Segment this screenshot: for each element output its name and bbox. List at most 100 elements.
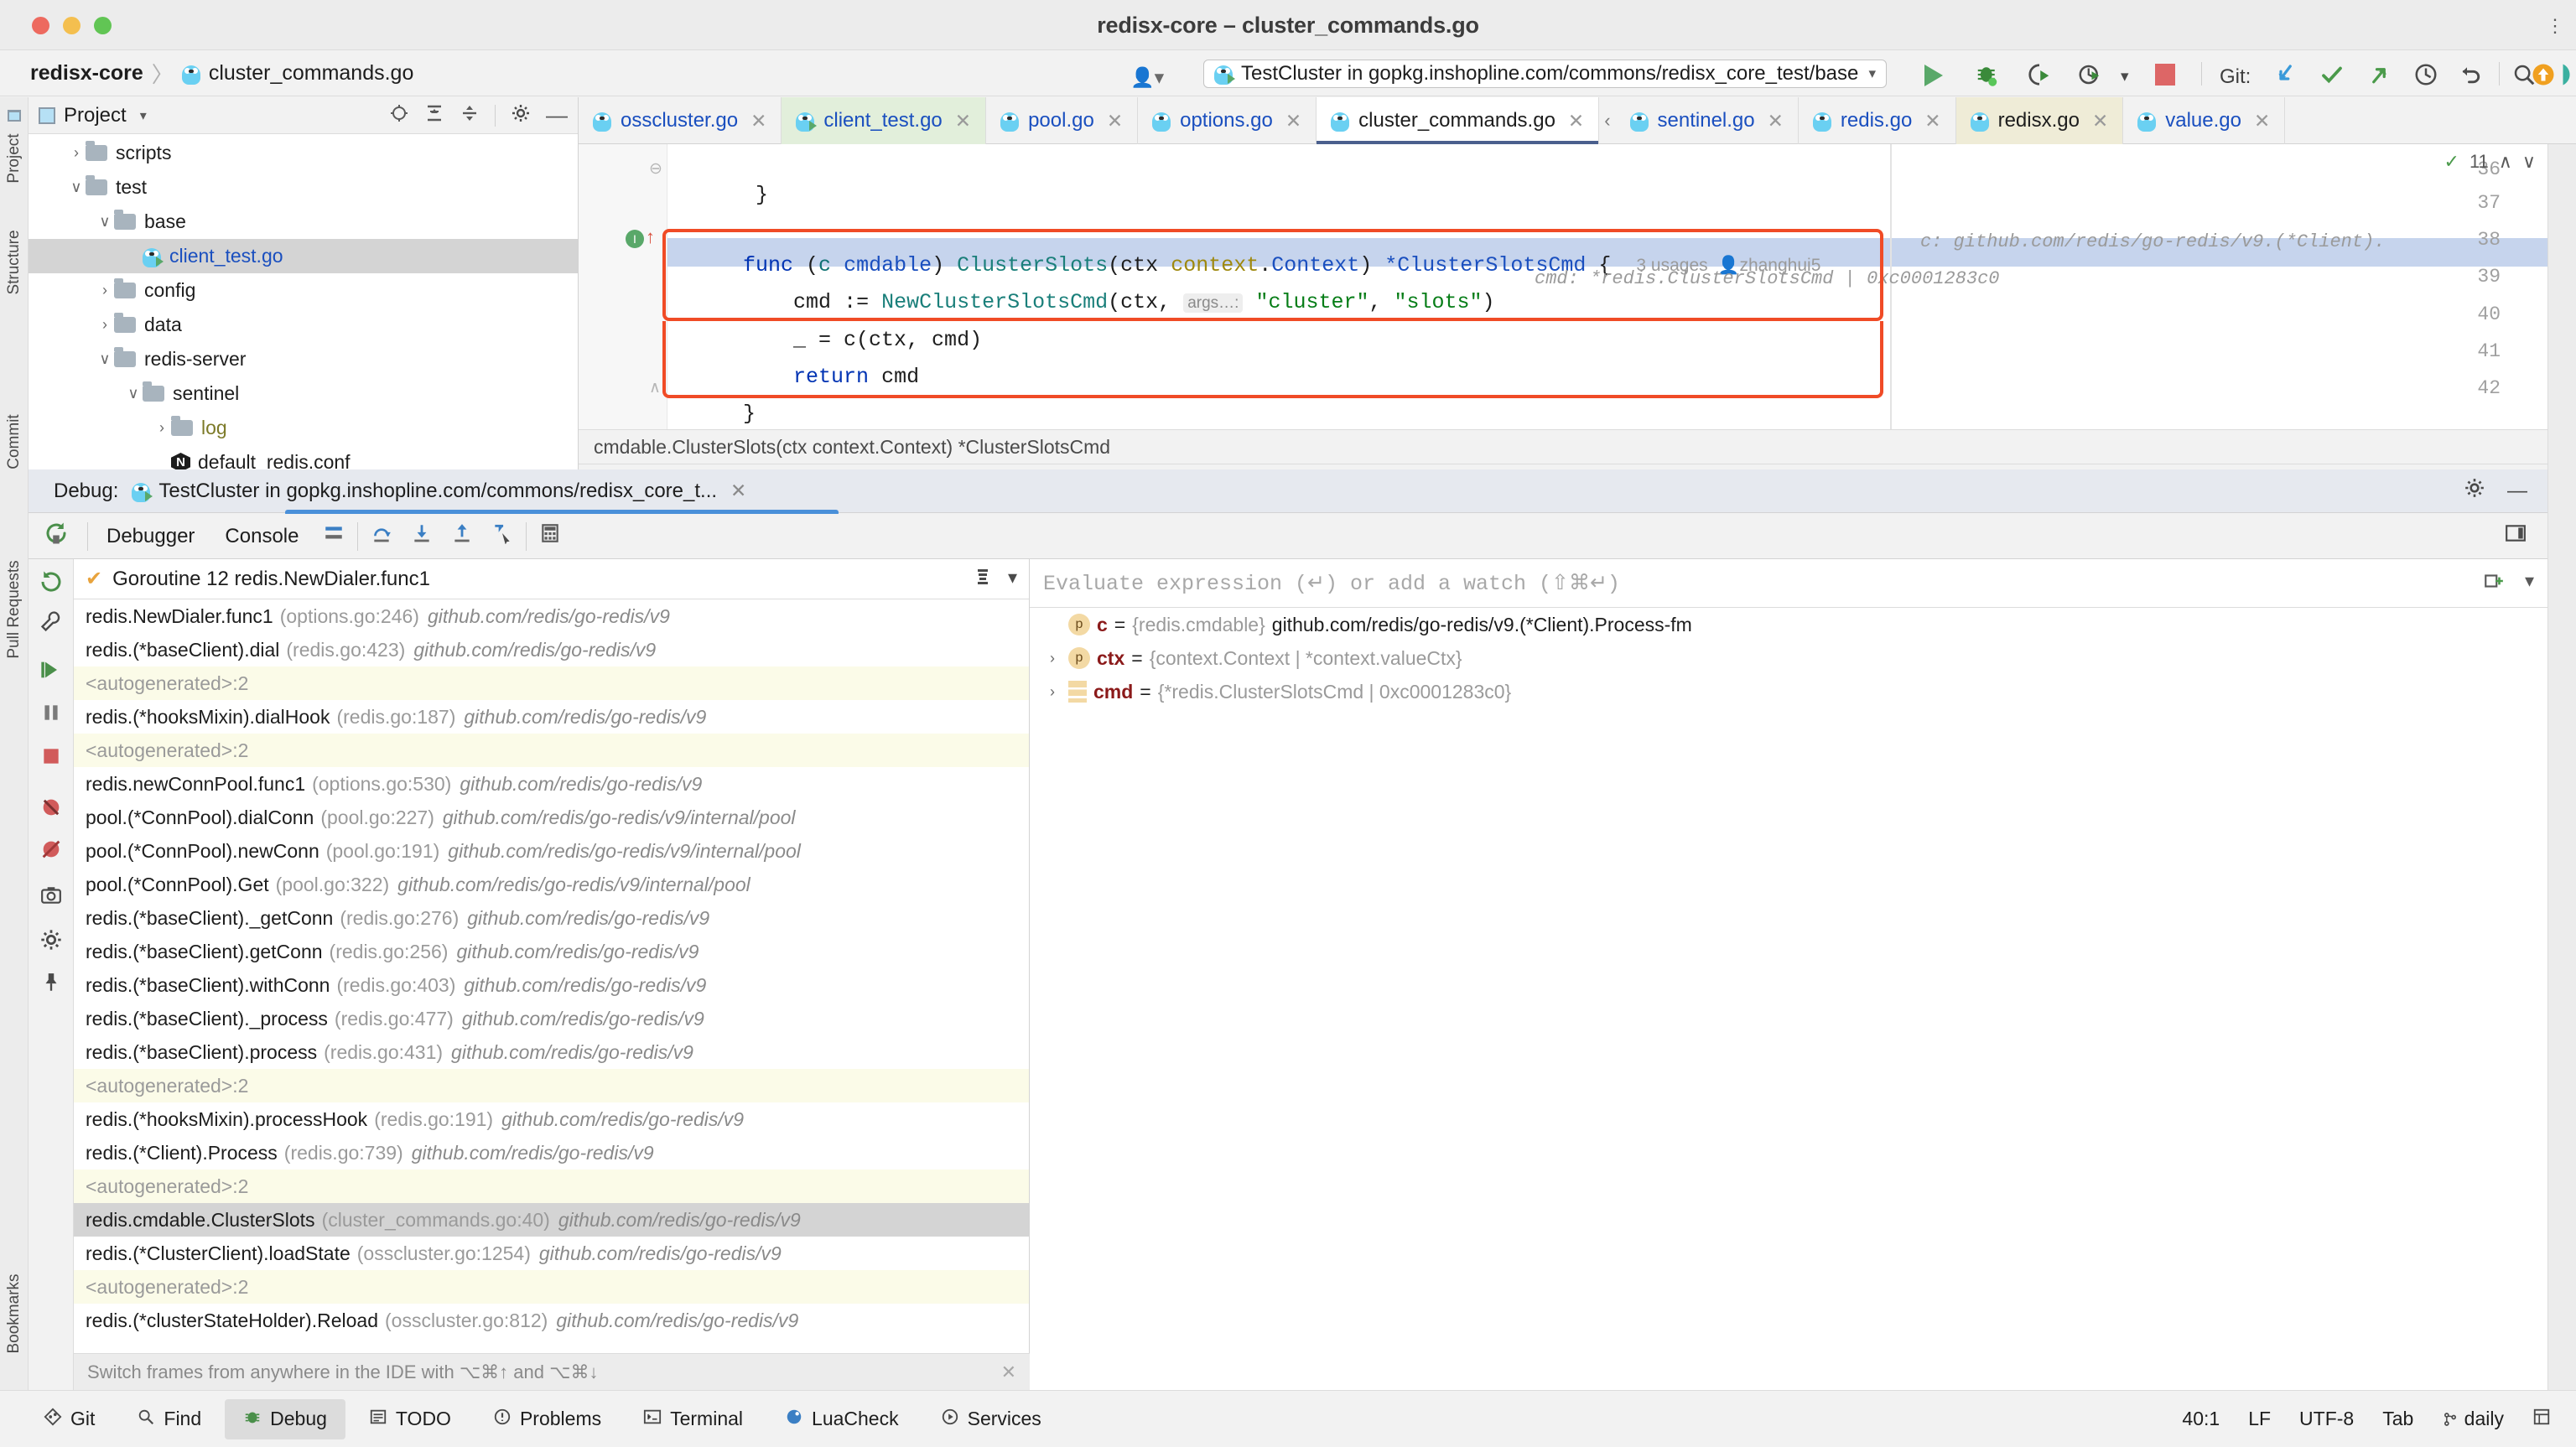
editor-tab-value-go[interactable]: value.go ✕: [2123, 97, 2286, 144]
frame-row[interactable]: redis.(*baseClient).getConn (redis.go:256…: [74, 935, 1029, 968]
inspector-icon[interactable]: [2532, 1408, 2551, 1431]
rail-label-structure[interactable]: Structure: [5, 217, 23, 308]
frame-row[interactable]: redis.(*hooksMixin).processHook (redis.go…: [74, 1102, 1029, 1136]
tree-node-base[interactable]: ∨ base: [29, 205, 578, 239]
close-tab-icon[interactable]: ✕: [750, 110, 766, 132]
project-rail-icon[interactable]: [6, 107, 23, 124]
status-bar-item-problems[interactable]: Problems: [475, 1399, 620, 1439]
close-tab-icon[interactable]: ✕: [2254, 110, 2270, 132]
rail-label-pull-requests[interactable]: Pull Requests: [5, 547, 23, 672]
rerun-icon[interactable]: [29, 520, 84, 552]
settings-wrench-icon[interactable]: [39, 609, 64, 635]
frame-row[interactable]: <autogenerated>:2: [74, 666, 1029, 700]
close-tab-icon[interactable]: ✕: [1285, 110, 1301, 132]
frame-row[interactable]: redis.(*baseClient)._getConn (redis.go:27…: [74, 901, 1029, 935]
frame-row[interactable]: redis.newConnPool.func1 (options.go:530) g…: [74, 767, 1029, 801]
frame-row[interactable]: redis.(*baseClient)._process (redis.go:47…: [74, 1002, 1029, 1035]
frame-row[interactable]: redis.cmdable.ClusterSlots (cluster_comma…: [74, 1203, 1029, 1237]
expand-variable-icon[interactable]: ›: [1043, 683, 1062, 701]
gear-icon[interactable]: [511, 103, 531, 128]
method-up-icon[interactable]: ↑: [646, 226, 655, 248]
close-tab-icon[interactable]: ✕: [955, 110, 971, 132]
editor-tab-pool-go[interactable]: pool.go ✕: [986, 97, 1139, 144]
hide-panel-icon[interactable]: —: [546, 102, 568, 128]
variable-row[interactable]: › pc = {redis.cmdable} github.com/redis/go-r…: [1030, 608, 2547, 641]
variable-row[interactable]: › p ctx = {context.Context | *context.valueC…: [1030, 641, 2547, 675]
editor-tab-cluster_commands-go[interactable]: cluster_commands.go ✕: [1317, 97, 1600, 144]
chevron-down-icon[interactable]: ∨: [96, 213, 114, 231]
project-panel-chevron-icon[interactable]: ▾: [140, 107, 147, 124]
tree-node-redis-server[interactable]: ∨ redis-server: [29, 342, 578, 376]
tab-debugger[interactable]: Debugger: [91, 525, 210, 548]
breakpoint-icon[interactable]: I: [626, 230, 644, 248]
run-with-coverage-button[interactable]: [2027, 62, 2052, 87]
tree-node-sentinel[interactable]: ∨ sentinel: [29, 376, 578, 411]
run-config-persona-icon[interactable]: 👤▾: [1130, 66, 1164, 89]
frame-row[interactable]: <autogenerated>:2: [74, 1069, 1029, 1102]
rerun-action-icon[interactable]: [39, 569, 64, 594]
settings-gear-icon[interactable]: [39, 928, 64, 953]
editor-tab-client_test-go[interactable]: client_test.go ✕: [782, 97, 987, 144]
breadcrumb-file[interactable]: cluster_commands.go: [209, 61, 414, 86]
evaluate-expression-icon[interactable]: [530, 522, 570, 550]
status-bar-item-todo[interactable]: TODO: [351, 1399, 470, 1439]
rail-label-commit[interactable]: Commit: [5, 403, 23, 480]
view-breakpoints-icon[interactable]: [39, 838, 64, 863]
close-tab-icon[interactable]: ✕: [1107, 110, 1123, 132]
profile-button[interactable]: [2077, 62, 2102, 87]
expand-variable-icon[interactable]: ›: [1043, 616, 1062, 634]
mute-breakpoints-icon[interactable]: [39, 796, 64, 821]
variables-chevron-icon[interactable]: ▾: [2525, 570, 2534, 597]
close-tab-icon[interactable]: ✕: [1924, 110, 1940, 132]
step-over-icon[interactable]: [361, 522, 402, 550]
frame-row[interactable]: redis.(*Client).Process (redis.go:739) git…: [74, 1136, 1029, 1170]
editor-tab-options-go[interactable]: options.go ✕: [1138, 97, 1317, 144]
add-watch-icon[interactable]: [2483, 570, 2505, 597]
chevron-right-icon[interactable]: ›: [153, 454, 171, 471]
tab-options-icon[interactable]: ⋮: [2546, 15, 2566, 37]
evaluate-expression-row[interactable]: Evaluate expression (↵) or add a watch (…: [1030, 559, 2547, 608]
frame-row[interactable]: redis.(*ClusterClient).loadState (ossclus…: [74, 1237, 1029, 1270]
tab-console[interactable]: Console: [210, 525, 314, 548]
expand-all-icon[interactable]: [424, 103, 444, 128]
frame-row[interactable]: redis.NewDialer.func1 (options.go:246) git…: [74, 599, 1029, 633]
rail-label-bookmarks[interactable]: Bookmarks: [5, 1259, 23, 1368]
editor-tab-osscluster-go[interactable]: osscluster.go ✕: [579, 97, 782, 144]
variable-row[interactable]: › cmd = {*redis.ClusterSlotsCmd | 0xc000128…: [1030, 675, 2547, 708]
ide-assistant-icon[interactable]: [2559, 62, 2576, 87]
run-button[interactable]: [1924, 65, 1950, 90]
profile-dropdown-chevron-icon[interactable]: ▾: [2121, 67, 2137, 92]
stop-button[interactable]: [2155, 64, 2180, 89]
rail-label-project[interactable]: Project: [5, 131, 23, 186]
chevron-down-icon[interactable]: ∨: [124, 385, 143, 402]
tree-node-test[interactable]: ∨ test: [29, 170, 578, 205]
chevron-right-icon[interactable]: ›: [96, 316, 114, 334]
chevron-right-icon[interactable]: ›: [124, 247, 143, 265]
chevron-right-icon[interactable]: ›: [96, 282, 114, 299]
frame-row[interactable]: redis.(*baseClient).dial (redis.go:423) gi…: [74, 633, 1029, 666]
pin-icon[interactable]: [39, 972, 64, 997]
goroutine-chevron-icon[interactable]: ▾: [1008, 567, 1017, 592]
editor-tab-redis-go[interactable]: redis.go ✕: [1799, 97, 1956, 144]
chevron-down-icon[interactable]: ∨: [67, 179, 86, 196]
run-configuration-selector[interactable]: TestCluster in gopkg.inshopline.com/comm…: [1203, 60, 1887, 88]
tree-node-data[interactable]: › data: [29, 308, 578, 342]
close-tab-icon[interactable]: ✕: [1768, 110, 1784, 132]
frame-row[interactable]: <autogenerated>:2: [74, 734, 1029, 767]
git-history-button[interactable]: [2413, 62, 2438, 87]
caret-position[interactable]: 40:1: [2182, 1408, 2220, 1430]
frame-row[interactable]: pool.(*ConnPool).newConn (pool.go:191) git…: [74, 834, 1029, 868]
gear-icon[interactable]: [2464, 477, 2485, 505]
status-bar-item-luacheck[interactable]: LuaCheck: [766, 1399, 917, 1439]
status-bar-item-services[interactable]: Services: [922, 1399, 1060, 1439]
git-commit-button[interactable]: [2319, 62, 2345, 87]
run-to-cursor-icon[interactable]: [482, 522, 522, 550]
debug-session-close-icon[interactable]: ✕: [730, 480, 746, 502]
step-into-icon[interactable]: [402, 522, 442, 550]
git-push-button[interactable]: [2366, 62, 2392, 87]
chevron-right-icon[interactable]: ›: [67, 144, 86, 162]
editor-breadcrumb[interactable]: cmdable.ClusterSlots(ctx context.Context…: [579, 429, 2547, 464]
debug-button[interactable]: [1975, 62, 2000, 87]
fold-marker-icon[interactable]: ∧: [649, 378, 661, 397]
collapse-all-icon[interactable]: [460, 103, 480, 128]
